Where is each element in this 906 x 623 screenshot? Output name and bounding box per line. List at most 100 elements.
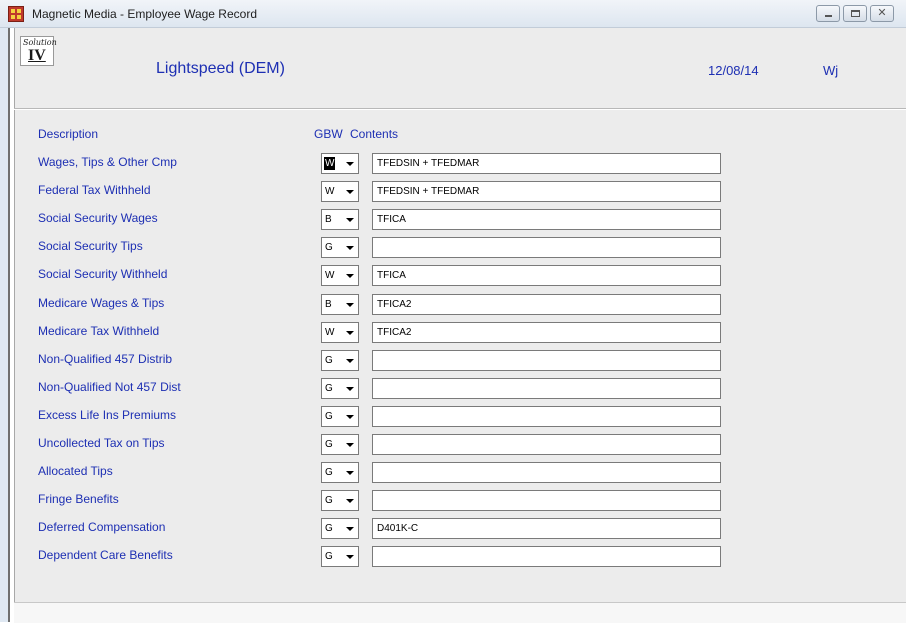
contents-input[interactable]: TFICA2 <box>372 322 721 343</box>
wage-field-row: Uncollected Tax on Tips G <box>10 434 906 458</box>
gbw-select[interactable]: G <box>321 406 359 427</box>
gbw-select[interactable]: G <box>321 546 359 567</box>
gbw-value: B <box>325 214 332 225</box>
gbw-select[interactable]: W <box>321 322 359 343</box>
contents-input[interactable] <box>372 378 721 399</box>
contents-input[interactable] <box>372 546 721 567</box>
chevron-down-icon[interactable] <box>342 436 357 453</box>
gbw-value: W <box>325 327 335 338</box>
chevron-down-icon[interactable] <box>342 380 357 397</box>
field-label: Dependent Care Benefits <box>38 548 173 562</box>
window-title: Magnetic Media - Employee Wage Record <box>32 7 257 21</box>
wage-field-row: Medicare Tax Withheld W TFICA2 <box>10 322 906 346</box>
contents-value: TFEDSIN + TFEDMAR <box>377 186 480 197</box>
field-label: Non-Qualified Not 457 Dist <box>38 380 181 394</box>
contents-input[interactable]: TFICA <box>372 209 721 230</box>
form-area: Solution IV Lightspeed (DEM) 12/08/14 Wj… <box>8 28 906 623</box>
gbw-value: W <box>325 270 335 281</box>
chevron-down-icon[interactable] <box>342 296 357 313</box>
wage-field-row: Allocated Tips G <box>10 462 906 486</box>
gbw-select[interactable]: G <box>321 434 359 455</box>
contents-input[interactable]: TFEDSIN + TFEDMAR <box>372 153 721 174</box>
app-window: Magnetic Media - Employee Wage Record ✕ … <box>0 0 906 623</box>
chevron-down-icon[interactable] <box>342 352 357 369</box>
chevron-down-icon[interactable] <box>342 239 357 256</box>
chevron-down-icon[interactable] <box>342 155 357 172</box>
contents-input[interactable]: D401K-C <box>372 518 721 539</box>
field-label: Social Security Tips <box>38 239 143 253</box>
contents-input[interactable]: TFICA2 <box>372 294 721 315</box>
status-panel <box>14 602 906 623</box>
gbw-select[interactable]: B <box>321 209 359 230</box>
solution-iv-logo: Solution IV <box>20 36 57 66</box>
minimize-button[interactable] <box>816 5 840 22</box>
field-label: Non-Qualified 457 Distrib <box>38 352 173 366</box>
gbw-select[interactable]: W <box>321 153 359 174</box>
chevron-down-icon[interactable] <box>342 492 357 509</box>
field-label: Deferred Compensation <box>38 520 166 534</box>
column-header-gbw: GBW <box>314 127 343 141</box>
contents-input[interactable] <box>372 237 721 258</box>
gbw-value: G <box>325 439 333 450</box>
chevron-down-icon[interactable] <box>342 408 357 425</box>
field-label: Fringe Benefits <box>38 492 119 506</box>
chevron-down-icon[interactable] <box>342 183 357 200</box>
logo-numeral-text: IV <box>28 47 46 64</box>
chevron-down-icon[interactable] <box>342 520 357 537</box>
wage-field-row: Federal Tax Withheld W TFEDSIN + TFEDMAR <box>10 181 906 205</box>
contents-value: TFEDSIN + TFEDMAR <box>377 158 480 169</box>
chevron-down-icon[interactable] <box>342 267 357 284</box>
gbw-value: W <box>325 186 335 197</box>
maximize-button[interactable] <box>843 5 867 22</box>
field-label: Social Security Withheld <box>38 267 168 281</box>
gbw-select[interactable]: G <box>321 462 359 483</box>
gbw-select[interactable]: W <box>321 181 359 202</box>
wage-field-row: Dependent Care Benefits G <box>10 546 906 570</box>
contents-value: D401K-C <box>377 523 419 534</box>
close-button[interactable]: ✕ <box>870 5 894 22</box>
gbw-value: G <box>325 355 333 366</box>
chevron-down-icon[interactable] <box>342 464 357 481</box>
field-label: Social Security Wages <box>38 211 158 225</box>
field-label: Medicare Tax Withheld <box>38 324 160 338</box>
wage-field-row: Non-Qualified 457 Distrib G <box>10 350 906 374</box>
gbw-value: G <box>325 551 333 562</box>
app-icon[interactable] <box>8 6 24 22</box>
gbw-select[interactable]: B <box>321 294 359 315</box>
contents-input[interactable] <box>372 350 721 371</box>
gbw-select[interactable]: G <box>321 350 359 371</box>
wage-field-row: Excess Life Ins Premiums G <box>10 406 906 430</box>
form-header: Solution IV Lightspeed (DEM) 12/08/14 Wj <box>10 28 906 98</box>
column-header-description: Description <box>38 127 99 141</box>
contents-value: TFICA2 <box>377 299 412 310</box>
gbw-select[interactable]: G <box>321 490 359 511</box>
contents-input[interactable]: TFEDSIN + TFEDMAR <box>372 181 721 202</box>
gbw-select[interactable]: G <box>321 518 359 539</box>
chevron-down-icon[interactable] <box>342 548 357 565</box>
gbw-select[interactable]: W <box>321 265 359 286</box>
contents-value: TFICA <box>377 270 406 281</box>
gbw-value: G <box>325 495 333 506</box>
contents-input[interactable]: TFICA <box>372 265 721 286</box>
gbw-value: G <box>325 383 333 394</box>
gbw-value: G <box>325 411 333 422</box>
wage-field-row: Social Security Wages B TFICA <box>10 209 906 233</box>
company-name: Lightspeed (DEM) <box>156 60 285 77</box>
header-divider <box>14 108 906 110</box>
wage-field-row: Deferred Compensation G D401K-C <box>10 518 906 542</box>
contents-value: TFICA2 <box>377 327 412 338</box>
title-bar[interactable]: Magnetic Media - Employee Wage Record ✕ <box>0 0 906 28</box>
gbw-select[interactable]: G <box>321 378 359 399</box>
logo-script-text: Solution <box>23 38 57 47</box>
contents-input[interactable] <box>372 462 721 483</box>
contents-input[interactable] <box>372 490 721 511</box>
field-label: Uncollected Tax on Tips <box>38 436 165 450</box>
gbw-value: B <box>325 299 332 310</box>
chevron-down-icon[interactable] <box>342 324 357 341</box>
gbw-select[interactable]: G <box>321 237 359 258</box>
contents-input[interactable] <box>372 406 721 427</box>
contents-input[interactable] <box>372 434 721 455</box>
field-label: Medicare Wages & Tips <box>38 296 165 310</box>
close-icon: ✕ <box>877 7 887 19</box>
chevron-down-icon[interactable] <box>342 211 357 228</box>
